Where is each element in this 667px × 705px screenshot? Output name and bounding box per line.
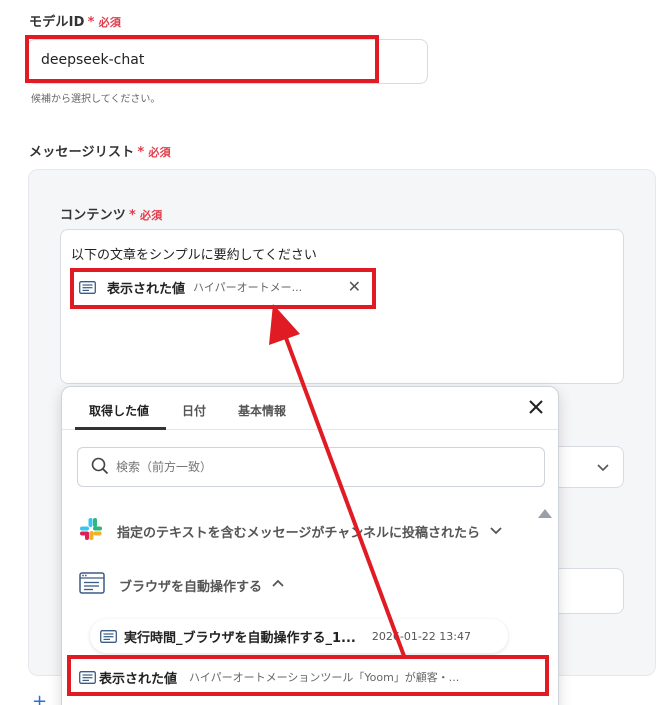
- arrow-shaft: [284, 337, 406, 657]
- annotation-arrow: [269, 304, 406, 657]
- add-icon[interactable]: +: [32, 691, 47, 705]
- arrow-head: [269, 304, 300, 345]
